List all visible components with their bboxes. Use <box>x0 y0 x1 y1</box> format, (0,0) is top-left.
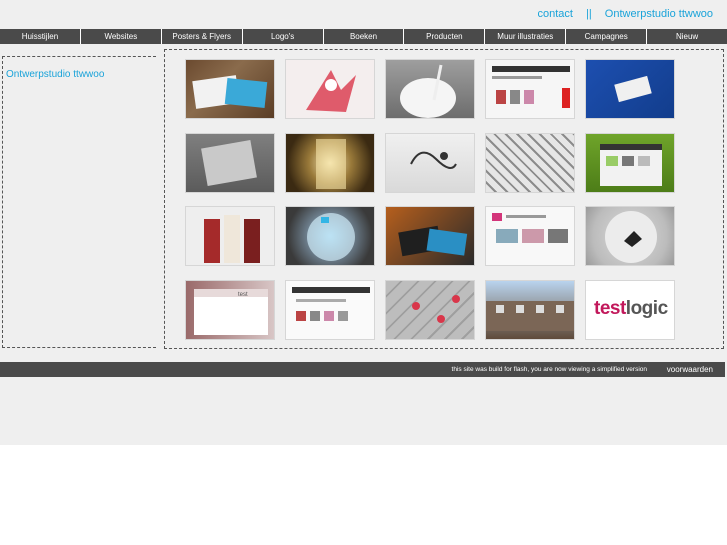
thumbnail-business-cards[interactable] <box>185 59 275 119</box>
thumbnail-city-photo[interactable] <box>485 280 575 340</box>
thumbnail-illustration[interactable] <box>285 59 375 119</box>
thumbnail-testlogic-website[interactable]: test <box>185 280 275 340</box>
main-navigation: Huisstijlen Websites Posters & Flyers Lo… <box>0 29 727 44</box>
thumbnail-website-1[interactable] <box>485 59 575 119</box>
nav-item-huisstijlen[interactable]: Huisstijlen <box>0 29 81 44</box>
thumbnail-tea-packaging[interactable] <box>185 206 275 266</box>
sidebar: Ontwerpstudio ttwwoo <box>2 56 156 348</box>
thumbnail-website-3[interactable] <box>285 280 375 340</box>
thumbnail-round-product[interactable] <box>285 206 375 266</box>
thumbnail-wall-illustration[interactable] <box>385 133 475 193</box>
thumbnail-poster-blue[interactable] <box>585 59 675 119</box>
nav-item-websites[interactable]: Websites <box>81 29 162 44</box>
nav-item-logos[interactable]: Logo's <box>243 29 324 44</box>
svg-text:test: test <box>238 292 248 298</box>
terms-link[interactable]: voorwaarden <box>667 362 713 377</box>
nav-item-campagnes[interactable]: Campagnes <box>566 29 648 44</box>
thumbnail-jar[interactable] <box>285 133 375 193</box>
top-links: contact || Ontwerpstudio ttwwoo <box>537 8 713 20</box>
brand-link[interactable]: Ontwerpstudio ttwwoo <box>605 8 713 20</box>
nav-item-muur-illustraties[interactable]: Muur illustraties <box>485 29 567 44</box>
thumbnail-testlogic-logo[interactable]: testlogic <box>585 280 675 340</box>
nav-item-boeken[interactable]: Boeken <box>324 29 405 44</box>
link-separator: || <box>586 8 592 20</box>
thumbnail-cup[interactable] <box>385 59 475 119</box>
contact-link[interactable]: contact <box>537 8 572 20</box>
testlogic-logo: testlogic <box>594 298 668 319</box>
thumbnail-cards-pattern[interactable] <box>385 280 475 340</box>
thumbnail-packaging-grey[interactable] <box>185 133 275 193</box>
thumbnail-website-2[interactable] <box>485 206 575 266</box>
thumbnail-coaster[interactable] <box>585 206 675 266</box>
thumbnail-website-green[interactable] <box>585 133 675 193</box>
nav-item-nieuw[interactable]: Nieuw <box>647 29 727 44</box>
portfolio-gallery: test testlogic <box>164 49 724 349</box>
sidebar-link-studio[interactable]: Ontwerpstudio ttwwoo <box>6 69 104 80</box>
flash-notice: this site was build for flash, you are n… <box>451 366 647 373</box>
nav-item-producten[interactable]: Producten <box>404 29 486 44</box>
footer-bar: this site was build for flash, you are n… <box>0 362 725 377</box>
nav-item-posters-flyers[interactable]: Posters & Flyers <box>162 29 243 44</box>
thumbnail-pattern[interactable] <box>485 133 575 193</box>
thumbnail-business-cards-dark[interactable] <box>385 206 475 266</box>
